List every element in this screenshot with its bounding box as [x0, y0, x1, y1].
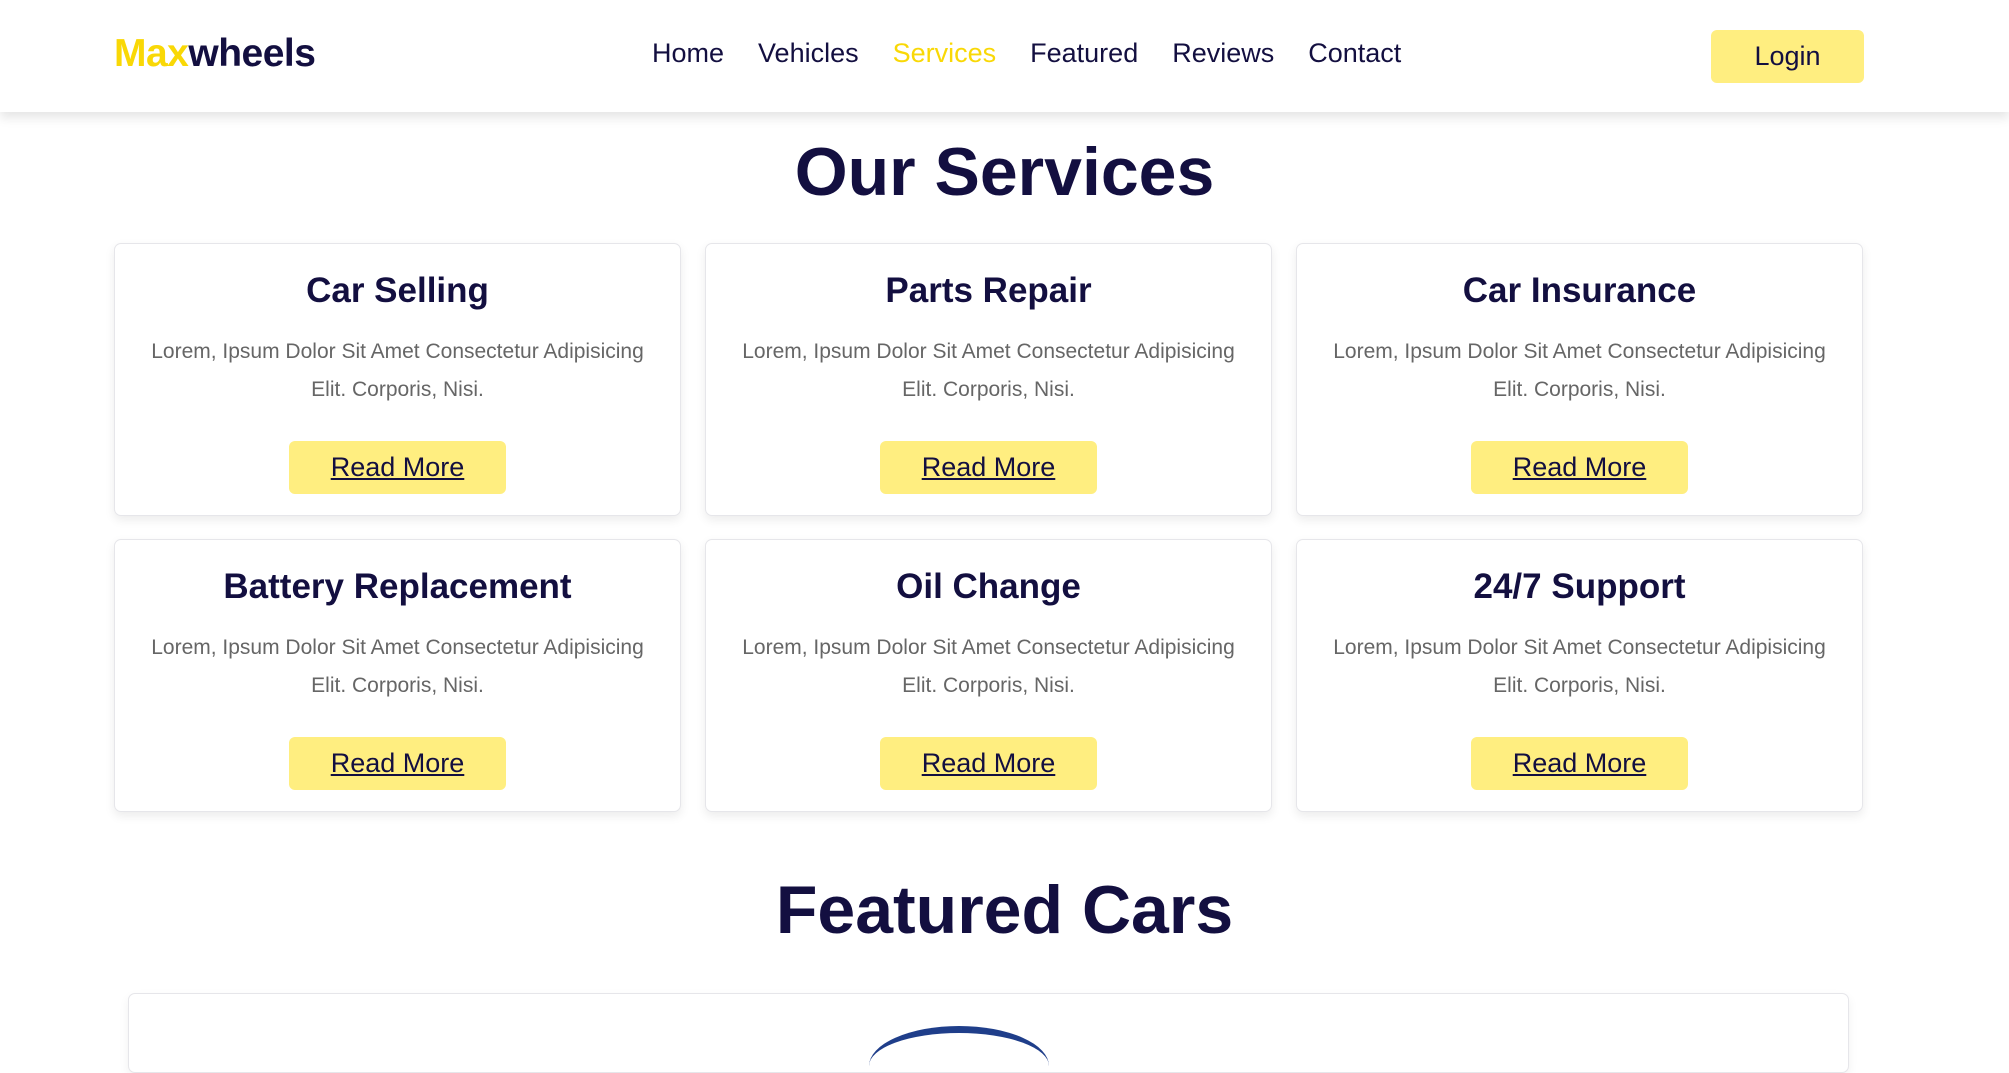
service-card-text: Lorem, Ipsum Dolor Sit Amet Consectetur … [151, 339, 644, 401]
featured-car-slider [128, 993, 1849, 1073]
featured-heading: Featured Cars [0, 871, 2009, 949]
featured-heading-word1: Featured [775, 872, 1064, 948]
services-grid: Car Selling Lorem, Ipsum Dolor Sit Amet … [114, 243, 1863, 812]
service-card-text: Lorem, Ipsum Dolor Sit Amet Consectetur … [1333, 339, 1826, 401]
services-heading: Our Services [0, 133, 2009, 211]
service-card-car-selling: Car Selling Lorem, Ipsum Dolor Sit Amet … [114, 243, 681, 516]
car-image [869, 1026, 1049, 1066]
nav-services[interactable]: Services [893, 38, 997, 69]
services-heading-word1: Our [794, 134, 916, 210]
read-more-button[interactable]: Read More [880, 440, 1097, 494]
main-nav: Home Vehicles Services Featured Reviews … [652, 38, 1401, 69]
service-card-title: Car Selling [306, 271, 489, 310]
service-card-title: Battery Replacement [223, 567, 572, 606]
service-card-text: Lorem, Ipsum Dolor Sit Amet Consectetur … [742, 339, 1235, 401]
read-more-button[interactable]: Read More [1471, 440, 1688, 494]
service-card-text: Lorem, Ipsum Dolor Sit Amet Consectetur … [151, 635, 644, 697]
read-more-button[interactable]: Read More [289, 440, 506, 494]
service-card-title: Oil Change [896, 567, 1081, 606]
nav-contact[interactable]: Contact [1308, 38, 1401, 69]
service-card-text: Lorem, Ipsum Dolor Sit Amet Consectetur … [1333, 635, 1826, 697]
services-heading-word2: Services [934, 134, 1215, 210]
nav-vehicles[interactable]: Vehicles [758, 38, 859, 69]
service-card-oil-change: Oil Change Lorem, Ipsum Dolor Sit Amet C… [705, 539, 1272, 812]
nav-reviews[interactable]: Reviews [1172, 38, 1274, 69]
site-header: Maxwheels Home Vehicles Services Feature… [0, 0, 2009, 112]
service-card-battery-replacement: Battery Replacement Lorem, Ipsum Dolor S… [114, 539, 681, 812]
nav-home[interactable]: Home [652, 38, 724, 69]
service-card-car-insurance: Car Insurance Lorem, Ipsum Dolor Sit Ame… [1296, 243, 1863, 516]
logo-wheels: wheels [188, 32, 316, 75]
service-card-title: 24/7 Support [1473, 567, 1686, 606]
read-more-button[interactable]: Read More [289, 736, 506, 790]
featured-heading-word2: Cars [1081, 872, 1234, 948]
logo[interactable]: Maxwheels [114, 32, 316, 76]
read-more-button[interactable]: Read More [880, 736, 1097, 790]
service-card-support: 24/7 Support Lorem, Ipsum Dolor Sit Amet… [1296, 539, 1863, 812]
service-card-parts-repair: Parts Repair Lorem, Ipsum Dolor Sit Amet… [705, 243, 1272, 516]
login-button[interactable]: Login [1711, 30, 1864, 83]
nav-featured[interactable]: Featured [1030, 38, 1138, 69]
service-card-title: Car Insurance [1462, 271, 1697, 310]
read-more-button[interactable]: Read More [1471, 736, 1688, 790]
logo-max: Max [114, 32, 189, 75]
service-card-title: Parts Repair [885, 271, 1092, 310]
service-card-text: Lorem, Ipsum Dolor Sit Amet Consectetur … [742, 635, 1235, 697]
